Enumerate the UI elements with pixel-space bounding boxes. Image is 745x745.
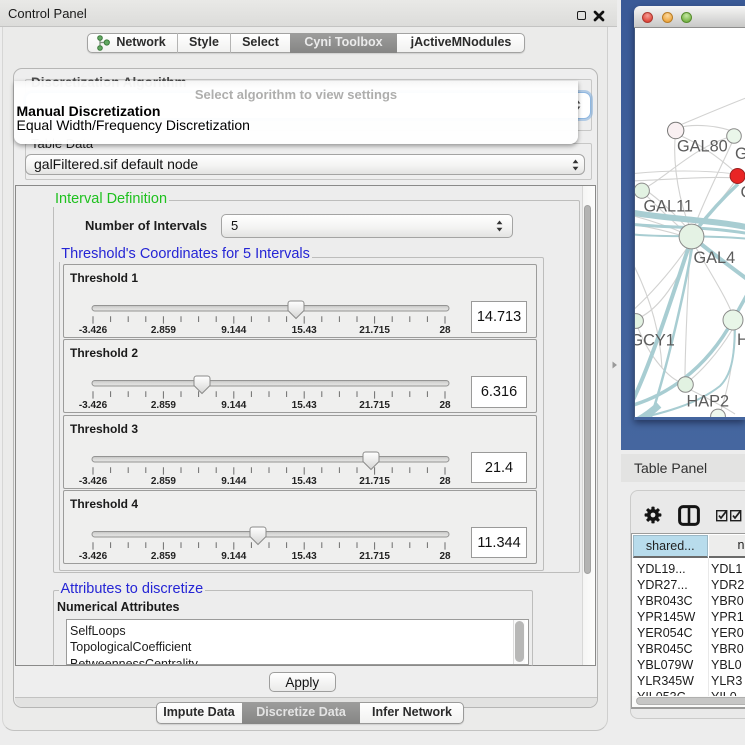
svg-text:-3.426: -3.426	[79, 551, 108, 562]
svg-text:28: 28	[439, 551, 451, 562]
svg-text:28: 28	[439, 325, 451, 336]
svg-text:2.859: 2.859	[151, 325, 176, 336]
svg-text:GAL11: GAL11	[643, 198, 692, 216]
svg-text:9.144: 9.144	[221, 400, 246, 411]
svg-text:-3.426: -3.426	[79, 400, 108, 411]
svg-text:GCY1: GCY1	[635, 332, 675, 350]
svg-text:2.859: 2.859	[151, 551, 176, 562]
svg-text:H: H	[737, 331, 745, 349]
svg-text:15.43: 15.43	[292, 325, 317, 336]
svg-text:28: 28	[439, 400, 451, 411]
svg-text:15.43: 15.43	[292, 476, 317, 487]
svg-text:GAL80: GAL80	[677, 138, 728, 156]
svg-text:2.859: 2.859	[151, 476, 176, 487]
svg-text:15.43: 15.43	[292, 551, 317, 562]
svg-text:21.715: 21.715	[359, 551, 390, 562]
svg-text:21.715: 21.715	[359, 400, 390, 411]
svg-text:9.144: 9.144	[221, 551, 246, 562]
svg-text:9.144: 9.144	[221, 325, 246, 336]
svg-text:21.715: 21.715	[359, 325, 390, 336]
svg-text:GAL4: GAL4	[693, 249, 735, 267]
svg-text:C: C	[740, 184, 745, 202]
svg-text:2.859: 2.859	[151, 400, 176, 411]
svg-text:HAP2: HAP2	[686, 393, 729, 411]
svg-text:15.43: 15.43	[292, 400, 317, 411]
svg-text:-3.426: -3.426	[79, 325, 108, 336]
svg-text:21.715: 21.715	[359, 476, 390, 487]
svg-text:28: 28	[439, 476, 451, 487]
svg-text:-3.426: -3.426	[79, 476, 108, 487]
svg-text:9.144: 9.144	[221, 476, 246, 487]
svg-text:GA: GA	[735, 145, 745, 163]
